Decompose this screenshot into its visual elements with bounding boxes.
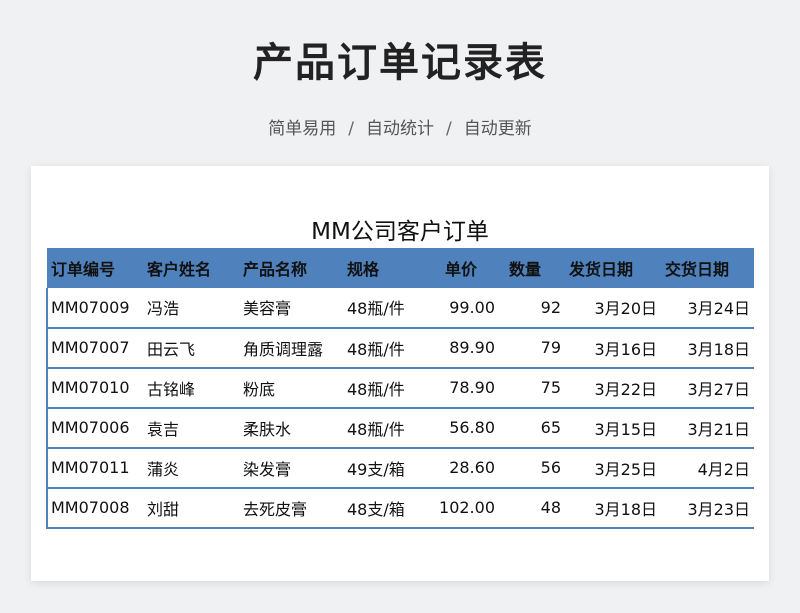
cell-customer[interactable]: 冯浩: [143, 287, 239, 329]
cell-product[interactable]: 去死皮膏: [239, 487, 343, 529]
cell-order-id[interactable]: MM07009: [46, 287, 143, 329]
cell-delivery-date[interactable]: 4月2日: [661, 447, 754, 489]
cell-order-id[interactable]: MM07010: [46, 367, 143, 409]
tagline-separator: /: [446, 119, 452, 139]
cell-spec[interactable]: 48瓶/件: [343, 367, 419, 409]
cell-ship-date[interactable]: 3月25日: [565, 447, 661, 489]
table-row[interactable]: MM07008 刘甜 去死皮膏 48支/箱 102.00 48 3月18日 3月23日: [46, 487, 754, 529]
column-header-customer[interactable]: 客户姓名: [143, 248, 239, 288]
column-header-quantity[interactable]: 数量: [499, 248, 565, 288]
table-row[interactable]: MM07006 袁吉 柔肤水 48瓶/件 56.80 65 3月15日 3月21日: [46, 407, 754, 449]
cell-quantity[interactable]: 92: [499, 287, 565, 329]
order-table-container: 订单编号 客户姓名 产品名称 规格 单价 数量 发货日期 交货日期 MM0700…: [46, 248, 754, 581]
table-row[interactable]: MM07010 古铭峰 粉底 48瓶/件 78.90 75 3月22日 3月27日: [46, 367, 754, 409]
column-header-product[interactable]: 产品名称: [239, 248, 343, 288]
cell-product[interactable]: 美容膏: [239, 287, 343, 329]
column-header-delivery-date[interactable]: 交货日期: [661, 248, 754, 288]
cell-product[interactable]: 角质调理露: [239, 327, 343, 369]
cell-ship-date[interactable]: 3月18日: [565, 487, 661, 529]
cell-delivery-date[interactable]: 3月21日: [661, 407, 754, 449]
cell-spec[interactable]: 48瓶/件: [343, 407, 419, 449]
column-header-ship-date[interactable]: 发货日期: [565, 248, 661, 288]
cell-order-id[interactable]: MM07011: [46, 447, 143, 489]
page-title: 产品订单记录表: [253, 40, 547, 86]
table-body: MM07009 冯浩 美容膏 48瓶/件 99.00 92 3月20日 3月24日 MM0700…: [46, 287, 754, 529]
cell-customer[interactable]: 田云飞: [143, 327, 239, 369]
cell-spec[interactable]: 48支/箱: [343, 487, 419, 529]
cell-customer[interactable]: 古铭峰: [143, 367, 239, 409]
cell-spec[interactable]: 48瓶/件: [343, 327, 419, 369]
column-header-spec[interactable]: 规格: [343, 248, 419, 288]
tagline-item: 自动更新: [463, 119, 532, 139]
cell-order-id[interactable]: MM07007: [46, 327, 143, 369]
column-header-price[interactable]: 单价: [419, 248, 499, 288]
cell-product[interactable]: 粉底: [239, 367, 343, 409]
cell-delivery-date[interactable]: 3月27日: [661, 367, 754, 409]
cell-customer[interactable]: 刘甜: [143, 487, 239, 529]
cell-order-id[interactable]: MM07006: [46, 407, 143, 449]
sheet-title[interactable]: MM公司客户订单: [31, 212, 769, 246]
tagline-item: 简单易用: [268, 119, 337, 139]
cell-customer[interactable]: 袁吉: [143, 407, 239, 449]
cell-ship-date[interactable]: 3月20日: [565, 287, 661, 329]
cell-price[interactable]: 28.60: [419, 447, 499, 489]
cell-ship-date[interactable]: 3月22日: [565, 367, 661, 409]
table-row[interactable]: MM07009 冯浩 美容膏 48瓶/件 99.00 92 3月20日 3月24日: [46, 287, 754, 329]
cell-price[interactable]: 89.90: [419, 327, 499, 369]
cell-quantity[interactable]: 79: [499, 327, 565, 369]
tagline-separator: /: [348, 119, 354, 139]
cell-spec[interactable]: 49支/箱: [343, 447, 419, 489]
cell-delivery-date[interactable]: 3月18日: [661, 327, 754, 369]
cell-product[interactable]: 染发膏: [239, 447, 343, 489]
cell-customer[interactable]: 蒲炎: [143, 447, 239, 489]
cell-delivery-date[interactable]: 3月24日: [661, 287, 754, 329]
spreadsheet-card: MM公司客户订单 订单编号 客户姓名 产品名称 规格 单价 数量 发货日期 交货…: [31, 166, 769, 581]
cell-quantity[interactable]: 56: [499, 447, 565, 489]
cell-quantity[interactable]: 75: [499, 367, 565, 409]
cell-order-id[interactable]: MM07008: [46, 487, 143, 529]
table-row[interactable]: MM07011 蒲炎 染发膏 49支/箱 28.60 56 3月25日 4月2日: [46, 447, 754, 489]
page-tagline: 简单易用 / 自动统计 / 自动更新: [0, 114, 800, 139]
cell-ship-date[interactable]: 3月15日: [565, 407, 661, 449]
table-row[interactable]: MM07007 田云飞 角质调理露 48瓶/件 89.90 79 3月16日 3月18日: [46, 327, 754, 369]
cell-ship-date[interactable]: 3月16日: [565, 327, 661, 369]
cell-price[interactable]: 56.80: [419, 407, 499, 449]
order-table: 订单编号 客户姓名 产品名称 规格 单价 数量 发货日期 交货日期 MM0700…: [46, 248, 754, 529]
cell-spec[interactable]: 48瓶/件: [343, 287, 419, 329]
cell-product[interactable]: 柔肤水: [239, 407, 343, 449]
column-header-order-id[interactable]: 订单编号: [47, 248, 143, 288]
cell-delivery-date[interactable]: 3月23日: [661, 487, 754, 529]
cell-price[interactable]: 78.90: [419, 367, 499, 409]
cell-quantity[interactable]: 48: [499, 487, 565, 529]
cell-quantity[interactable]: 65: [499, 407, 565, 449]
table-header-row: 订单编号 客户姓名 产品名称 规格 单价 数量 发货日期 交货日期: [47, 248, 754, 288]
cell-price[interactable]: 102.00: [419, 487, 499, 529]
cell-price[interactable]: 99.00: [419, 287, 499, 329]
tagline-item: 自动统计: [366, 119, 434, 139]
